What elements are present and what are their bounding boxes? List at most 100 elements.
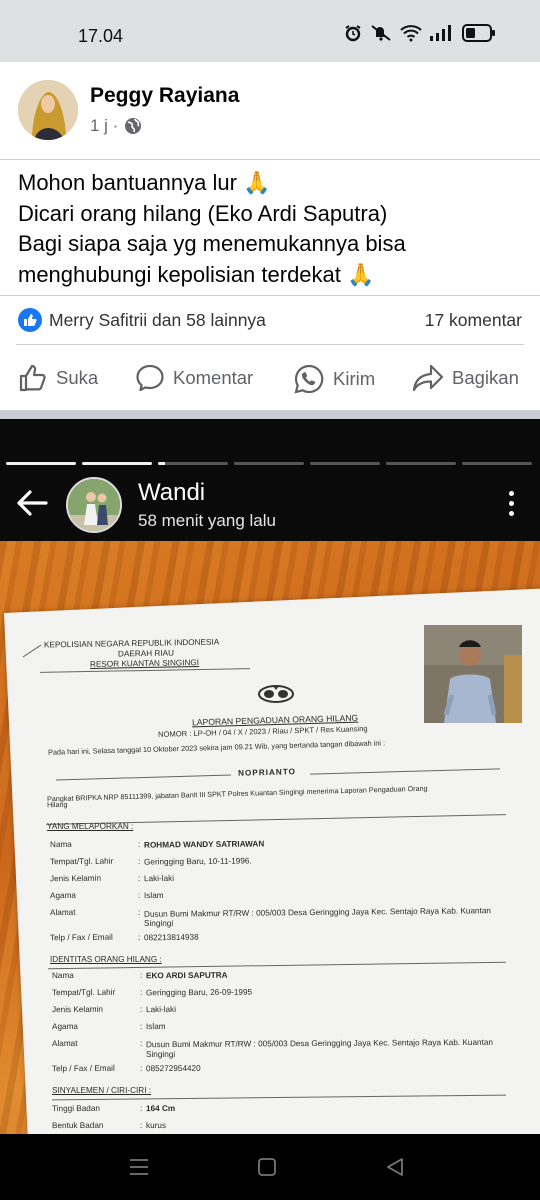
doc-field-colon: : bbox=[138, 857, 141, 866]
doc-field-value: Islam bbox=[143, 890, 164, 901]
doc-field-colon: : bbox=[138, 840, 141, 849]
like-button[interactable]: Suka bbox=[18, 363, 98, 393]
story-avatar bbox=[66, 477, 122, 533]
doc-rule bbox=[40, 668, 250, 673]
doc-number: NOMOR : LP-OH / 04 / X / 2023 / Riau / S… bbox=[157, 724, 368, 739]
post-text-line: Bagi siapa saja yg menemukannya bisa bbox=[18, 231, 406, 256]
doc-field-colon: : bbox=[138, 874, 141, 883]
author-avatar[interactable] bbox=[18, 80, 78, 140]
wifi-icon bbox=[400, 25, 422, 42]
doc-field-label: Jenis Kelamin bbox=[51, 1004, 103, 1015]
menu-icon[interactable] bbox=[128, 1156, 150, 1178]
doc-field-value: Laki-laki bbox=[143, 873, 175, 884]
doc-field-colon: : bbox=[138, 933, 141, 942]
post-meta: 1 j · bbox=[90, 116, 142, 136]
signal-icon bbox=[430, 25, 451, 41]
more-icon[interactable] bbox=[509, 491, 514, 516]
divider bbox=[0, 159, 540, 160]
doc-field-value: ROHMAD WANDY SATRIAWAN bbox=[143, 839, 265, 850]
police-emblem-icon bbox=[258, 685, 294, 703]
story-progress-segment bbox=[234, 462, 304, 465]
doc-field-label: Agama bbox=[51, 1021, 78, 1032]
status-bar: 17.04 bbox=[0, 0, 540, 62]
doc-field-colon: : bbox=[140, 1022, 143, 1031]
doc-field-value: Singingi bbox=[146, 1050, 176, 1059]
home-icon[interactable] bbox=[257, 1156, 277, 1178]
status-time: 17.04 bbox=[78, 26, 124, 46]
doc-field-value: Geringging Baru, 10-11-1996. bbox=[143, 856, 252, 867]
post-time[interactable]: 1 j · bbox=[90, 116, 118, 136]
doc-rule bbox=[52, 1094, 506, 1101]
doc-field-label: Tempat/Tgl. Lahir bbox=[49, 856, 114, 867]
reactions-bar: Merry Safitrii dan 58 lainnya 17 komenta… bbox=[0, 296, 540, 344]
doc-field-value: Dusun Bumi Makmur RT/RW : 005/003 Desa G… bbox=[145, 1037, 493, 1050]
share-icon bbox=[412, 364, 444, 392]
comment-button[interactable]: Komentar bbox=[135, 363, 253, 393]
like-icon bbox=[19, 364, 46, 392]
document-text: KEPOLISIAN NEGARA REPUBLIK INDONESIA DAE… bbox=[0, 541, 540, 1134]
reaction-names[interactable]: Merry Safitrii dan 58 lainnya bbox=[49, 310, 266, 331]
doc-field-label: Agama bbox=[49, 890, 76, 901]
share-label: Bagikan bbox=[452, 367, 519, 388]
doc-field-label: Tinggi Badan bbox=[51, 1103, 100, 1114]
alarm-icon bbox=[345, 25, 361, 42]
doc-field-label: Alamat bbox=[49, 907, 76, 918]
whatsapp-icon bbox=[294, 364, 324, 394]
doc-field-value: Laki-laki bbox=[145, 1004, 177, 1015]
doc-field-label: Telp / Fax / Email bbox=[51, 1063, 115, 1074]
send-label: Kirim bbox=[333, 368, 376, 389]
back-icon[interactable] bbox=[385, 1156, 405, 1178]
doc-officer-line: Hilang bbox=[46, 799, 68, 810]
doc-officer-name: NOPRIANTO bbox=[237, 767, 297, 778]
doc-field-colon: : bbox=[140, 1005, 143, 1014]
send-button[interactable]: Kirim bbox=[293, 363, 375, 395]
doc-rule bbox=[56, 774, 231, 781]
doc-field-label: Alamat bbox=[51, 1038, 78, 1049]
doc-officer-line: Pangkat BRIPKA NRP 85111399, jabatan Ban… bbox=[46, 783, 428, 804]
doc-field-colon: : bbox=[140, 988, 143, 997]
doc-agency-line: KEPOLISIAN NEGARA REPUBLIK INDONESIA bbox=[43, 637, 220, 650]
post-text-line: Dicari orang hilang (Eko Ardi Saputra) bbox=[18, 200, 388, 226]
story-progress-segment bbox=[82, 462, 152, 465]
story-time: 58 menit yang lalu bbox=[138, 511, 276, 530]
comment-count[interactable]: 17 komentar bbox=[425, 310, 522, 331]
doc-intro: Pada hari ini, Selasa tanggal 10 Oktober… bbox=[47, 738, 386, 757]
story-progress-segment bbox=[6, 462, 76, 465]
story-progress bbox=[6, 462, 532, 465]
section-divider bbox=[0, 410, 540, 419]
story-progress-segment bbox=[158, 462, 228, 465]
doc-field-colon: : bbox=[140, 971, 143, 980]
system-nav-bar bbox=[0, 1134, 540, 1200]
post-text: Mohon bantuannya lur 🙏 Dicari orang hila… bbox=[18, 168, 528, 290]
like-reaction-icon[interactable] bbox=[18, 308, 42, 332]
document-photo: KEPOLISIAN NEGARA REPUBLIK INDONESIA DAE… bbox=[0, 541, 540, 1134]
doc-field-value: 085272954420 bbox=[145, 1063, 201, 1074]
doc-section-heading: IDENTITAS ORANG HILANG : bbox=[50, 955, 162, 964]
doc-field-value: EKO ARDI SAPUTRA bbox=[145, 970, 228, 981]
doc-field-value: Geringging Baru, 26-09-1995 bbox=[145, 987, 253, 998]
doc-field-label: Jenis Kelamin bbox=[49, 873, 102, 884]
author-name[interactable]: Peggy Rayiana bbox=[90, 84, 239, 108]
doc-field-value: Singingi bbox=[144, 919, 174, 928]
doc-field-value: 082213814938 bbox=[143, 932, 199, 943]
doc-field-value: 164 Cm bbox=[145, 1103, 176, 1114]
doc-field-colon: : bbox=[138, 908, 141, 917]
doc-section-heading: YANG MELAPORKAN : bbox=[47, 822, 134, 831]
story-progress-segment bbox=[310, 462, 380, 465]
doc-field-value: kurus bbox=[145, 1120, 167, 1131]
battery-icon bbox=[462, 24, 495, 42]
globe-icon bbox=[125, 118, 142, 134]
post-header: Peggy Rayiana 1 j · bbox=[0, 62, 540, 160]
doc-field-colon: : bbox=[140, 1064, 143, 1073]
doc-field-value: Dusun Bumi Makmur RT/RW : 005/003 Desa G… bbox=[143, 906, 491, 919]
doc-field-value: Islam bbox=[145, 1021, 166, 1032]
doc-field-colon: : bbox=[140, 1121, 143, 1130]
shared-story-image[interactable]: Wandi 58 menit yang lalu KEPOLISIAN NEGA… bbox=[0, 419, 540, 1134]
doc-field-colon: : bbox=[138, 891, 141, 900]
divider bbox=[16, 344, 524, 345]
post-text-line: menghubungi kepolisian terdekat 🙏 bbox=[18, 261, 375, 287]
doc-field-label: Telp / Fax / Email bbox=[49, 932, 113, 943]
share-button[interactable]: Bagikan bbox=[412, 363, 519, 393]
doc-field-label: Bentuk Badan bbox=[51, 1120, 104, 1131]
post-text-line: Mohon bantuannya lur 🙏 bbox=[18, 170, 271, 195]
